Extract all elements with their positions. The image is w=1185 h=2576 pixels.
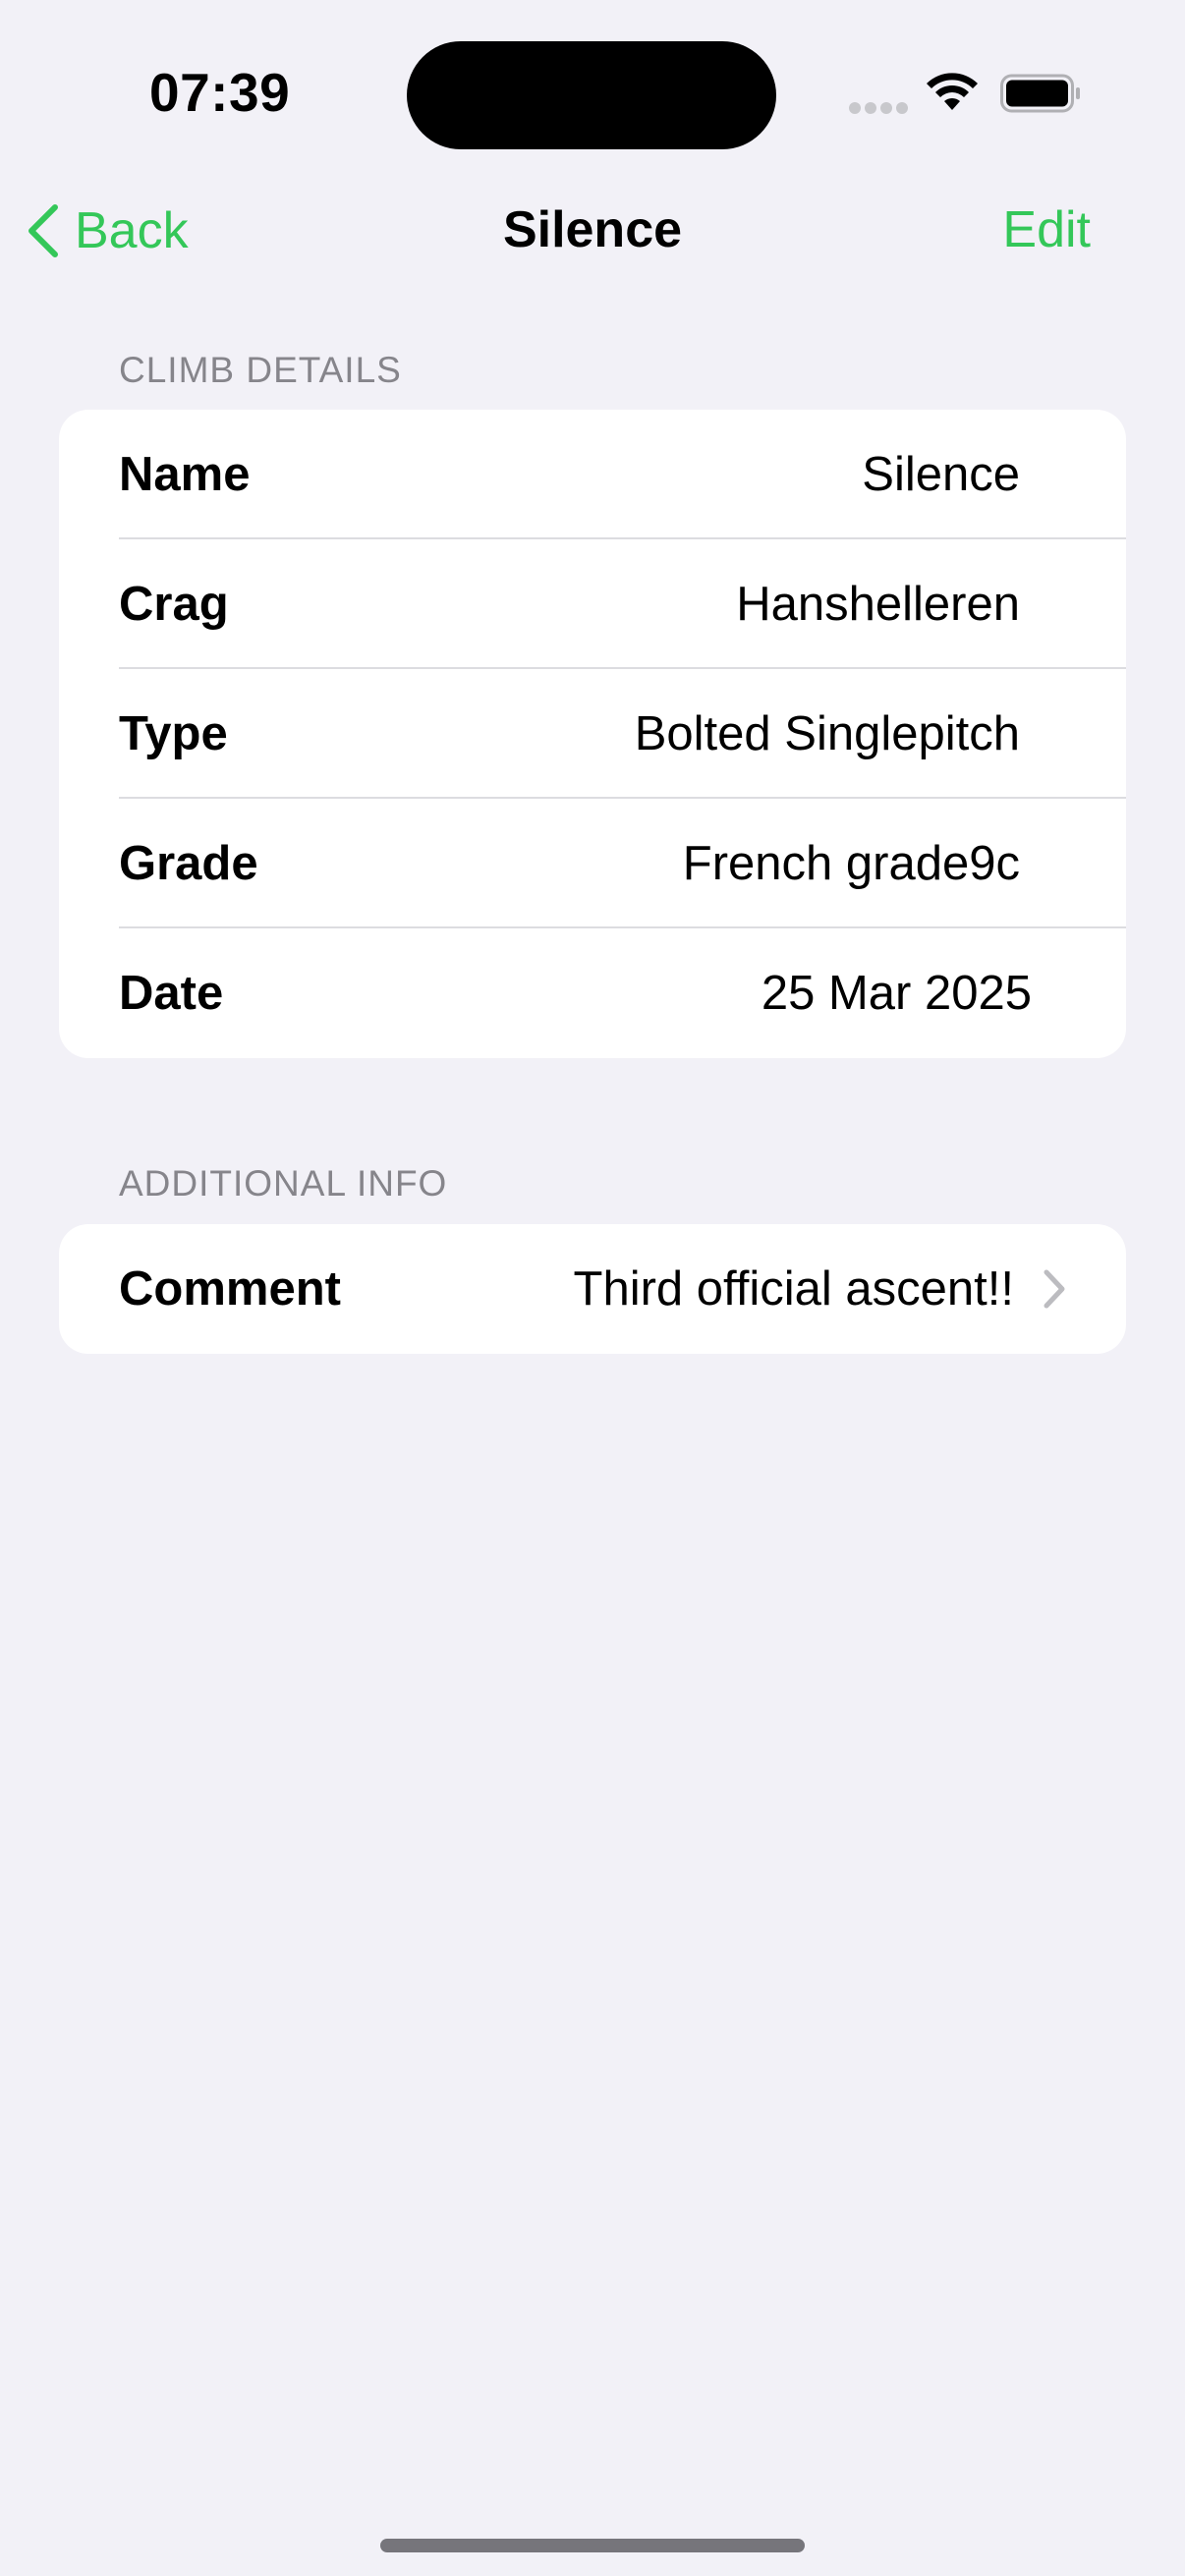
disclosure-chevron-icon: [1044, 1269, 1065, 1309]
edit-button[interactable]: Edit: [1002, 200, 1091, 259]
detail-row-grade: Grade French grade9c: [59, 799, 1126, 928]
detail-label: Grade: [119, 837, 258, 890]
comment-label: Comment: [119, 1262, 341, 1316]
detail-value: Silence: [862, 448, 1020, 501]
dynamic-island: [407, 41, 776, 149]
comment-value-group: Third official ascent!!: [574, 1261, 1067, 1316]
detail-value: Bolted Singlepitch: [634, 707, 1020, 760]
climb-details-card: Name Silence Crag Hanshelleren Type Bolt…: [59, 410, 1126, 1058]
additional-info-header: ADDITIONAL INFO: [119, 1163, 448, 1204]
detail-label: Name: [119, 448, 251, 501]
comment-row[interactable]: Comment Third official ascent!!: [59, 1224, 1126, 1354]
battery-icon: [1000, 74, 1080, 113]
detail-value: 25 Mar 2025: [761, 967, 1032, 1020]
detail-value: French grade9c: [682, 837, 1020, 890]
detail-label: Crag: [119, 578, 229, 631]
detail-label: Date: [119, 967, 224, 1020]
screen: 07:39 Back Silence Edit CLIMB DETAILS Na…: [0, 0, 1185, 2576]
status-time: 07:39: [149, 62, 291, 123]
detail-value: Hanshelleren: [736, 578, 1020, 631]
detail-row-type: Type Bolted Singlepitch: [59, 669, 1126, 799]
detail-row-crag: Crag Hanshelleren: [59, 539, 1126, 669]
additional-info-card: Comment Third official ascent!!: [59, 1224, 1126, 1354]
comment-value: Third official ascent!!: [573, 1262, 1014, 1316]
detail-row-name: Name Silence: [59, 410, 1126, 539]
home-indicator: [380, 2539, 805, 2552]
detail-row-date: Date 25 Mar 2025: [59, 928, 1126, 1058]
detail-label: Type: [119, 707, 228, 760]
cellular-signal-icon: [849, 102, 908, 114]
climb-details-header: CLIMB DETAILS: [119, 350, 402, 390]
wifi-icon: [927, 73, 978, 110]
